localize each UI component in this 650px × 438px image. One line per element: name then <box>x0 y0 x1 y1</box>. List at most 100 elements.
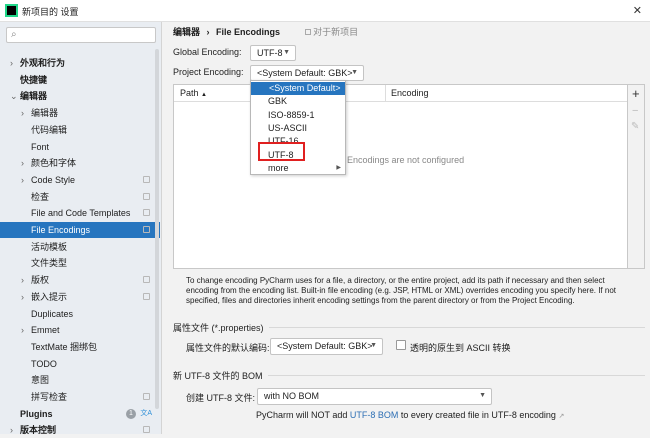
sidebar-item[interactable]: › 外观和行为 <box>0 55 160 71</box>
scope-label: 对于新项目 <box>313 27 359 37</box>
sidebar-item[interactable]: Duplicates <box>0 306 160 322</box>
close-button[interactable]: ✕ <box>633 4 642 17</box>
sidebar-item[interactable]: File Encodings <box>0 222 160 238</box>
column-divider <box>385 85 386 101</box>
sidebar-item-label: TextMate 捆绑包 <box>31 341 98 352</box>
table-toolbar: + − ✎ <box>628 84 645 269</box>
search-input[interactable]: ⌕ <box>6 27 156 43</box>
edit-icon[interactable]: ✎ <box>631 121 639 132</box>
sidebar-item[interactable]: TextMate 捆绑包 <box>0 339 160 355</box>
sidebar-item[interactable]: › 颜色和字体 <box>0 155 160 171</box>
global-encoding-select[interactable]: UTF-8 ▼ <box>250 45 296 61</box>
remove-icon[interactable]: − <box>632 105 638 117</box>
add-icon[interactable]: + <box>632 86 640 101</box>
dropdown-option[interactable]: more ▶ <box>251 162 345 175</box>
bom-section: 新 UTF-8 文件的 BOM <box>173 369 645 382</box>
sidebar-item[interactable]: TODO <box>0 356 160 372</box>
sidebar-item[interactable]: 拼写检查 <box>0 389 160 405</box>
project-scope-icon <box>143 192 150 200</box>
sidebar-item-label: 颜色和字体 <box>31 158 77 169</box>
chevron-right-icon[interactable]: › <box>21 105 24 121</box>
sidebar-item[interactable]: 活动模板 <box>0 239 160 255</box>
dropdown-option-label: <System Default> <box>269 83 341 93</box>
properties-encoding-select[interactable]: <System Default: GBK> ▼ <box>270 338 383 355</box>
sidebar-item[interactable]: 代码编辑 <box>0 122 160 138</box>
project-scope-icon <box>143 175 150 183</box>
sidebar-item[interactable]: 快捷键 <box>0 72 160 88</box>
dropdown-option-label: GBK <box>268 96 288 107</box>
bom-section-title: 新 UTF-8 文件的 BOM <box>173 371 263 381</box>
chevron-down-icon: ▼ <box>351 69 358 76</box>
chevron-right-icon[interactable]: › <box>21 322 24 338</box>
chevron-right-icon[interactable]: › <box>21 272 24 288</box>
dropdown-option[interactable]: US-ASCII <box>251 122 345 135</box>
sidebar-item[interactable]: 检查 <box>0 189 160 205</box>
column-header-encoding[interactable]: Encoding <box>391 85 429 101</box>
update-badge: 1 <box>126 408 136 419</box>
sidebar-item[interactable]: Font <box>0 139 160 155</box>
native-ascii-checkbox[interactable] <box>396 340 406 350</box>
sidebar-item-label: Emmet <box>31 325 60 336</box>
breadcrumb: 编辑器 › File Encodings 对于新项目 <box>173 25 358 38</box>
sidebar-item-label: File Encodings <box>31 225 91 235</box>
encoding-table: Path ▲ Encoding Encodings are not config… <box>173 84 628 269</box>
bom-select[interactable]: with NO BOM ▼ <box>257 388 492 405</box>
dropdown-option-label: ISO-8859-1 <box>268 109 315 120</box>
project-scope-icon <box>143 226 150 233</box>
scope-icon <box>304 29 311 35</box>
sidebar-item[interactable]: › Code Style <box>0 172 160 188</box>
chevron-right-icon[interactable]: › <box>21 289 24 305</box>
sidebar-item-label: 意图 <box>31 375 50 386</box>
chevron-right-icon[interactable]: › <box>21 172 24 188</box>
sidebar-item[interactable]: › Emmet <box>0 322 160 338</box>
breadcrumb-separator: › <box>206 27 210 37</box>
chevron-down-icon: ▼ <box>370 342 377 349</box>
table-header: Path ▲ Encoding <box>174 85 627 102</box>
native-ascii-label[interactable]: 透明的原生到 ASCII 转换 <box>410 341 511 354</box>
breadcrumb-parent[interactable]: 编辑器 <box>173 27 200 37</box>
chevron-right-icon[interactable]: › <box>21 155 24 171</box>
title-bar: 新项目的 设置 ✕ <box>0 0 650 22</box>
sidebar-item[interactable]: File and Code Templates <box>0 205 160 221</box>
sidebar-item-label: 编辑器 <box>31 108 59 119</box>
chevron-down-icon: ▼ <box>283 49 290 56</box>
bom-note-text-end: to every created file in UTF-8 encoding <box>398 410 556 420</box>
chevron-right-icon[interactable]: › <box>10 55 13 71</box>
properties-section: 属性文件 (*.properties) <box>173 321 645 334</box>
external-link-icon: ↗ <box>558 413 565 420</box>
chevron-right-icon[interactable]: › <box>10 422 13 438</box>
global-encoding-label: Global Encoding: <box>173 47 242 57</box>
submenu-arrow-icon: ▶ <box>336 164 341 171</box>
sidebar-item[interactable]: Plugins 1 文A <box>0 406 160 422</box>
sidebar-item[interactable]: › 编辑器 <box>0 105 160 121</box>
create-utf8-label: 创建 UTF-8 文件: <box>186 393 255 403</box>
sidebar-item[interactable]: ⌄ 编辑器 <box>0 88 160 104</box>
sidebar-item[interactable]: › 版权 <box>0 272 160 288</box>
sidebar-item-label: 嵌入提示 <box>31 291 68 302</box>
sidebar-scrollbar[interactable] <box>155 49 159 409</box>
sidebar-item[interactable]: › 嵌入提示 <box>0 289 160 305</box>
translate-icon: 文A <box>140 409 152 417</box>
section-divider <box>268 327 645 328</box>
sidebar-item-label: 代码编辑 <box>31 124 68 135</box>
dropdown-option[interactable]: GBK <box>251 95 345 108</box>
sidebar-item[interactable]: 意图 <box>0 372 160 388</box>
sidebar-item[interactable]: 文件类型 <box>0 255 160 271</box>
dropdown-option[interactable]: <System Default> <box>251 82 345 96</box>
sidebar-item-label: Code Style <box>31 174 76 185</box>
utf8-bom-link[interactable]: UTF-8 BOM <box>350 410 399 420</box>
chevron-down-icon[interactable]: ⌄ <box>10 88 18 104</box>
dropdown-option[interactable]: ISO-8859-1 <box>251 109 345 122</box>
highlight-box <box>258 142 305 161</box>
sidebar-item-label: Plugins <box>20 408 53 419</box>
column-header-path[interactable]: Path ▲ <box>180 85 207 103</box>
sidebar: ⌕ › 外观和行为 快捷键 ⌄ 编辑器 › 编辑器 代码编辑 Font › 颜色和字体 › Code S… <box>0 22 162 435</box>
project-scope-icon <box>143 292 150 300</box>
project-encoding-select[interactable]: <System Default: GBK> ▼ <box>250 65 364 81</box>
sidebar-item-label: 版本控制 <box>20 425 57 436</box>
global-encoding-value: UTF-8 <box>257 48 283 58</box>
sidebar-item[interactable]: › 版本控制 <box>0 422 160 438</box>
project-scope-icon <box>143 276 150 284</box>
bom-note-text: PyCharm will NOT add <box>256 410 350 420</box>
breadcrumb-current: File Encodings <box>216 27 281 37</box>
